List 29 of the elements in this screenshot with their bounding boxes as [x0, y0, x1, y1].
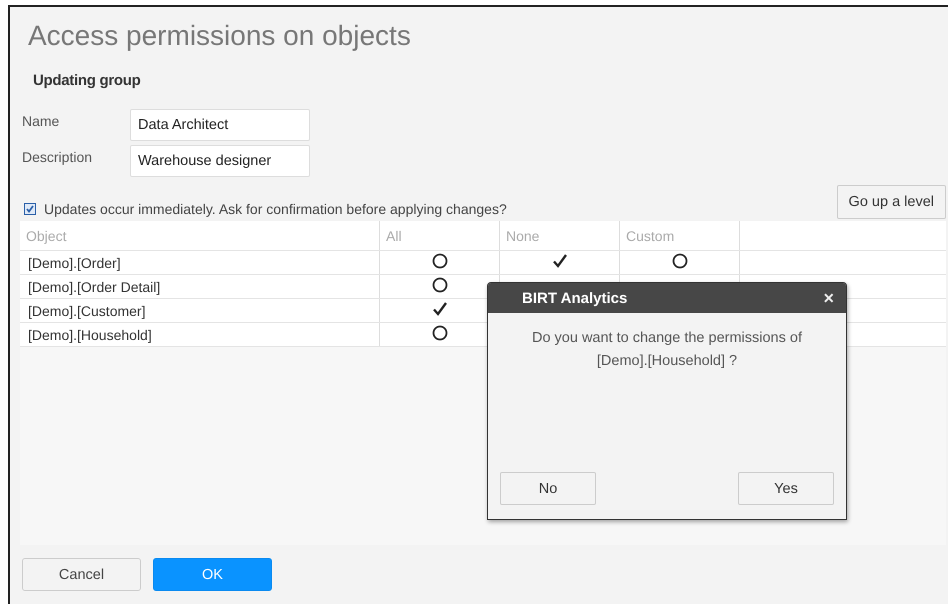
radio-icon[interactable] — [432, 277, 448, 293]
table-cell: [Demo].[Order Detail] — [20, 274, 380, 298]
cancel-button[interactable]: Cancel — [22, 558, 141, 591]
close-button[interactable]: × — [823, 288, 834, 308]
checkmark-icon[interactable] — [552, 253, 568, 269]
column-header: None — [500, 221, 620, 250]
page-title: Access permissions on objects — [28, 20, 412, 52]
field-label: Description — [22, 148, 94, 167]
dialog-title: BIRT Analytics — [522, 290, 628, 306]
field-label: Name — [22, 112, 60, 131]
column-header: All — [380, 221, 500, 250]
radio-icon[interactable] — [432, 325, 448, 341]
dialog-message: Do you want to change the permissions of [Demo].[Household] ? — [530, 329, 803, 371]
checkbox[interactable] — [24, 203, 36, 215]
checkbox-label: Updates occur immediately. Ask for confirmation before applying changes? — [44, 201, 507, 217]
radio-icon[interactable] — [672, 253, 688, 269]
table-cell: [Demo].[Household] — [20, 322, 380, 346]
table-cell: [Demo].[Order] — [20, 250, 380, 274]
section-heading: Updating group — [33, 72, 142, 89]
column-header: Object — [20, 221, 380, 250]
no-button[interactable]: No — [500, 472, 596, 505]
column-header: Custom — [620, 221, 740, 250]
text-field[interactable]: Data Architect — [130, 109, 310, 141]
yes-button[interactable]: Yes — [738, 472, 834, 505]
go-up-button[interactable]: Go up a level — [836, 185, 946, 219]
checkmark-icon[interactable] — [432, 301, 448, 317]
radio-icon[interactable] — [432, 253, 448, 269]
table-cell: [Demo].[Customer] — [20, 298, 380, 322]
text-field[interactable]: Warehouse designer — [130, 145, 310, 177]
